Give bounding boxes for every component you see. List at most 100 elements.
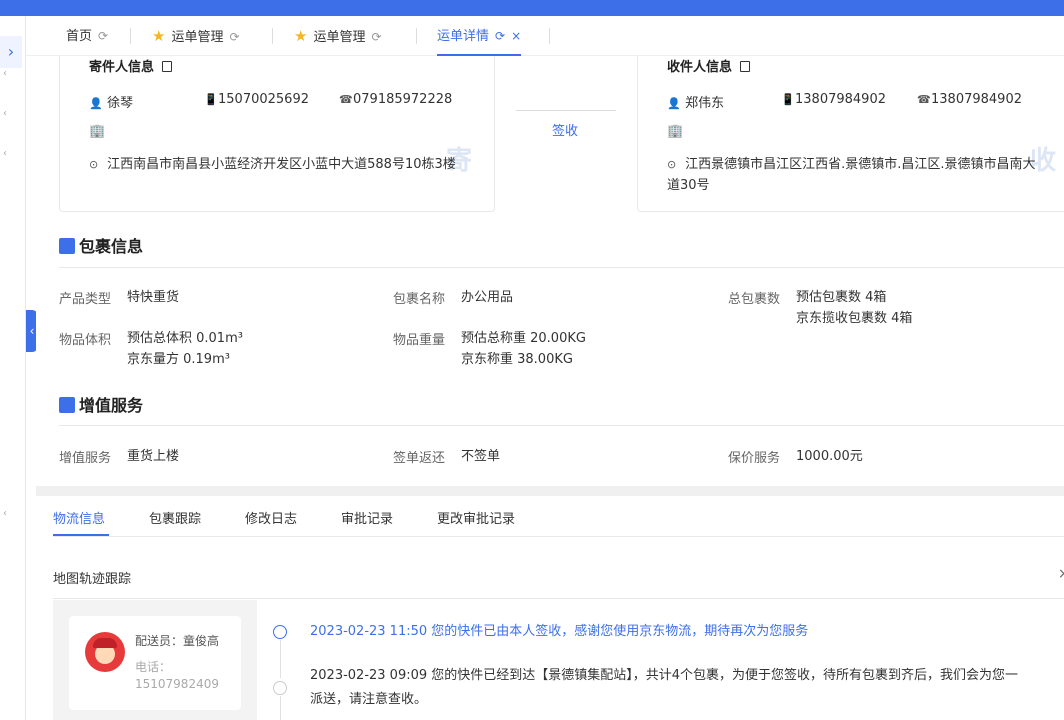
sidebar-expand-icon[interactable]: ›: [0, 36, 22, 68]
sender-phone-text: 079185972228: [353, 92, 453, 107]
product-type-value: 特快重货: [127, 290, 180, 305]
building-icon: 🏢: [89, 124, 106, 139]
sender-phone: ☎079185972228: [339, 92, 452, 107]
timeline-dot-active: [273, 625, 287, 639]
avatar-cap: [93, 638, 117, 648]
tab-approval-records[interactable]: 审批记录: [341, 508, 393, 527]
total-packages-label: 总包裹数: [728, 292, 781, 307]
sender-title: 寄件人信息: [89, 56, 173, 75]
tab-label: 运单管理: [171, 30, 224, 45]
receiver-address: ⊙ 江西景德镇市昌江区江西省.景德镇市.昌江区.景德镇市昌南大道30号: [667, 154, 1037, 196]
tab-waybill-management-2[interactable]: ★ 运单管理 ⟳: [294, 16, 382, 56]
volume-est-value: 预估总体积 0.01m³: [127, 331, 243, 346]
section-separator: [36, 486, 1064, 496]
mobile-icon: 📱: [781, 93, 795, 106]
sender-address-text: 江西南昌市南昌县小蓝经济开发区小蓝中大道588号10栋3楼: [107, 157, 456, 172]
divider: [59, 425, 1064, 426]
total-est-value: 预估包裹数 4箱: [796, 290, 887, 305]
rail-chevron-icon[interactable]: ‹: [3, 108, 7, 119]
return-label: 签单返还: [393, 451, 446, 466]
insure-value: 1000.00元: [796, 449, 863, 464]
map-track-title: 地图轨迹跟踪: [53, 572, 132, 587]
insure-label: 保价服务: [728, 451, 781, 466]
sender-name: 👤 徐琴: [89, 92, 133, 111]
timeline-dot: [273, 681, 287, 695]
volume-jd-value: 京东量方 0.19m³: [127, 352, 230, 367]
star-icon: ★: [152, 27, 166, 45]
divider: [59, 267, 1064, 268]
tab-change-approval-records[interactable]: 更改审批记录: [437, 508, 515, 527]
weight-jd-value: 京东称重 38.00KG: [461, 352, 573, 367]
receiver-title: 收件人信息: [667, 56, 751, 75]
page-tabs-bar: 首页 ⟳ ★ 运单管理 ⟳ ★ 运单管理 ⟳ 运单详情 ⟳ ×: [26, 16, 1064, 56]
tab-package-tracking[interactable]: 包裹跟踪: [149, 508, 201, 527]
rail-chevron-icon[interactable]: ‹: [3, 68, 7, 79]
sender-address: ⊙ 江西南昌市南昌县小蓝经济开发区小蓝中大道588号10栋3楼: [89, 154, 469, 175]
star-icon: ★: [294, 27, 308, 45]
sender-title-text: 寄件人信息: [89, 60, 155, 75]
receiver-phone: ☎13807984902: [917, 92, 1022, 107]
service-value: 重货上楼: [127, 449, 180, 464]
tab-divider: [272, 28, 273, 44]
tab-modify-log[interactable]: 修改日志: [245, 508, 297, 527]
refresh-icon[interactable]: ⟳: [98, 29, 108, 43]
receiver-mobile-text: 13807984902: [795, 92, 886, 107]
location-icon: ⊙: [667, 158, 677, 171]
rail-chevron-icon[interactable]: ‹: [3, 148, 7, 159]
courier-name: 配送员：童俊高: [135, 634, 220, 648]
chart-trend-icon: [59, 397, 75, 413]
tab-label: 首页: [66, 29, 93, 44]
product-type-label: 产品类型: [59, 292, 112, 307]
courier-phone: 15107982409: [135, 677, 219, 691]
receiver-name: 👤 郑伟东: [667, 92, 724, 111]
receiver-mobile: 📱13807984902: [781, 92, 886, 107]
tab-waybill-management[interactable]: ★ 运单管理 ⟳: [152, 16, 240, 56]
timeline-line: [280, 640, 281, 678]
close-icon[interactable]: ×: [1058, 566, 1064, 582]
building-icon: 🏢: [667, 124, 684, 139]
timeline-event-2-cont: 派送，请注意查收。: [310, 692, 428, 707]
return-value: 不签单: [461, 449, 501, 464]
mobile-icon: 📱: [204, 93, 218, 106]
refresh-icon[interactable]: ⟳: [371, 30, 381, 44]
receiver-phone-text: 13807984902: [931, 92, 1022, 107]
location-icon: ⊙: [89, 158, 99, 171]
phone-icon: ☎: [339, 93, 353, 106]
volume-label: 物品体积: [59, 333, 112, 348]
user-icon: 👤: [89, 97, 103, 110]
sender-name-text: 徐琴: [107, 96, 134, 111]
rail-chevron-icon[interactable]: ‹: [3, 508, 7, 519]
timeline-event-1: 2023-02-23 11:50 您的快件已由本人签收，感谢您使用京东物流，期待…: [310, 624, 809, 639]
timeline-line: [280, 696, 281, 720]
weight-est-value: 预估总称重 20.00KG: [461, 331, 586, 346]
refresh-icon[interactable]: ⟳: [495, 29, 505, 43]
tabs-divider: [53, 536, 1064, 537]
left-sidebar-rail: › ‹ ‹ ‹ ‹: [0, 16, 26, 720]
courier-avatar: [85, 632, 125, 672]
divider: [53, 598, 1064, 599]
main-content: 寄 寄件人信息 👤 徐琴 📱15070025692 ☎079185972228 …: [36, 56, 1064, 720]
tab-waybill-detail[interactable]: 运单详情 ⟳ ×: [437, 16, 522, 56]
copy-icon[interactable]: [740, 61, 751, 72]
refresh-icon[interactable]: ⟳: [229, 30, 239, 44]
tab-label: 运单管理: [313, 30, 366, 45]
tab-divider: [549, 28, 550, 44]
service-label: 增值服务: [59, 451, 112, 466]
receiver-address-text: 江西景德镇市昌江区江西省.景德镇市.昌江区.景德镇市昌南大道30号: [667, 157, 1036, 193]
value-added-title-text: 增值服务: [79, 396, 144, 415]
top-header-bar: [0, 0, 1064, 16]
tab-logistics-info[interactable]: 物流信息: [53, 508, 105, 527]
sender-card: 寄: [59, 56, 495, 212]
package-section-title: 包裹信息: [59, 233, 143, 257]
sender-mobile-text: 15070025692: [218, 92, 309, 107]
user-icon: 👤: [667, 97, 681, 110]
close-icon[interactable]: ×: [511, 29, 521, 43]
weight-label: 物品重量: [393, 333, 446, 348]
timeline-event-2: 2023-02-23 09:09 您的快件已经到达【景德镇集配站】，共计4个包裹…: [310, 668, 1019, 683]
tab-home[interactable]: 首页 ⟳: [66, 16, 108, 56]
copy-icon[interactable]: [162, 61, 173, 72]
sign-connector: [516, 110, 616, 111]
package-title-text: 包裹信息: [79, 237, 144, 256]
phone-icon: ☎: [917, 93, 931, 106]
total-jd-value: 京东揽收包裹数 4箱: [796, 311, 913, 326]
